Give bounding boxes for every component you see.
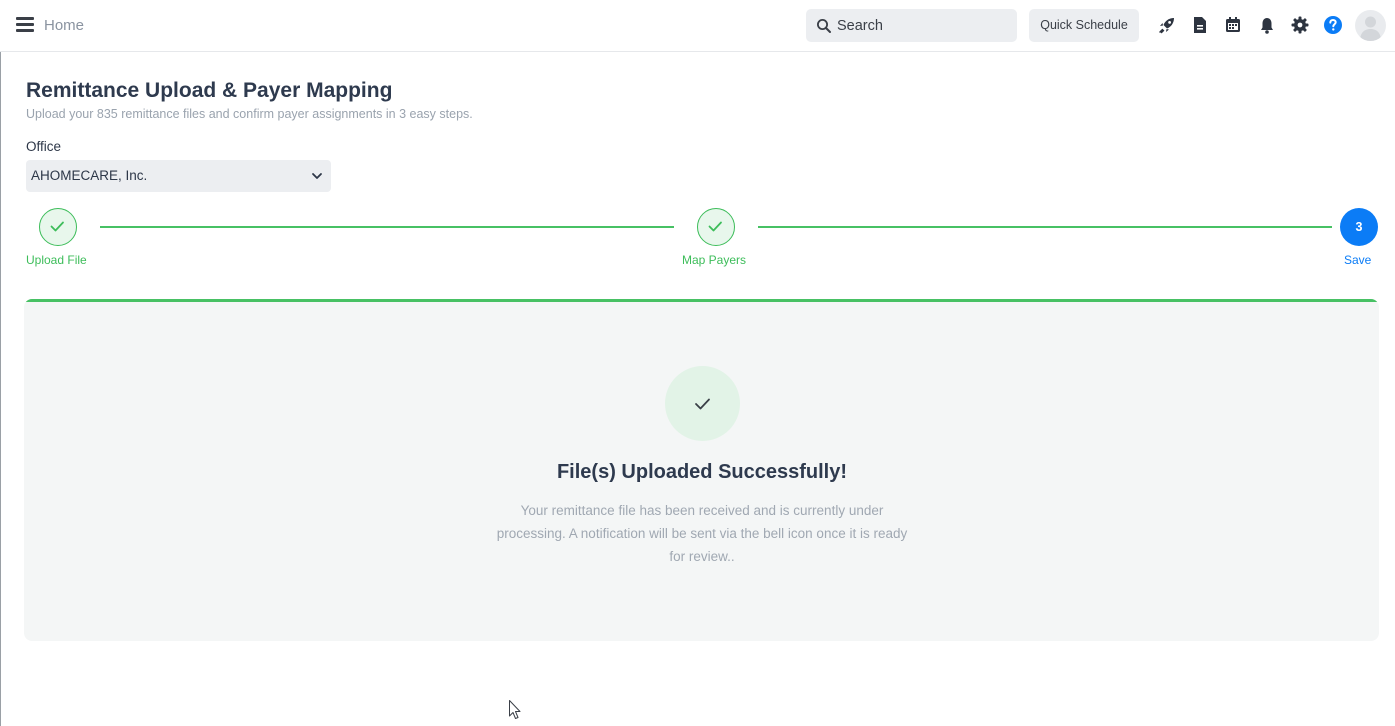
card-accent-bar <box>24 299 1379 302</box>
step-save-indicator: 3 <box>1340 208 1378 246</box>
help-icon[interactable] <box>1323 15 1343 35</box>
chevron-down-icon <box>312 173 322 179</box>
step-upload-file-indicator <box>39 208 77 246</box>
user-avatar[interactable] <box>1355 10 1386 41</box>
calendar-icon[interactable] <box>1223 15 1243 35</box>
step-connector-1 <box>100 226 674 228</box>
bell-icon[interactable] <box>1257 15 1277 35</box>
step-label-map-payers: Map Payers <box>682 253 747 267</box>
checkmark-icon <box>695 398 710 410</box>
rocket-icon[interactable] <box>1157 15 1177 35</box>
search-box[interactable]: Search <box>806 9 1017 42</box>
success-message: Your remittance file has been received a… <box>452 499 952 568</box>
office-selected-value: AHOMECARE, Inc. <box>31 168 148 183</box>
quick-schedule-button[interactable]: Quick Schedule <box>1029 9 1139 42</box>
search-placeholder: Search <box>837 18 883 34</box>
step-label-save: Save <box>1344 253 1372 267</box>
step-map-payers-indicator <box>697 208 735 246</box>
mouse-cursor-icon <box>509 700 521 719</box>
document-icon[interactable] <box>1190 15 1210 35</box>
gear-icon[interactable] <box>1290 15 1310 35</box>
page-subtitle: Upload your 835 remittance files and con… <box>26 107 473 121</box>
success-badge <box>665 366 740 441</box>
home-link[interactable]: Home <box>44 17 84 34</box>
check-icon <box>708 221 722 232</box>
search-icon <box>817 19 831 33</box>
success-title: File(s) Uploaded Successfully! <box>556 461 848 483</box>
step-label-upload-file: Upload File <box>26 253 87 267</box>
top-navigation-bar: Home Search Quick Schedule <box>0 0 1395 52</box>
office-label: Office <box>26 139 62 154</box>
success-message-line: Your remittance file has been received a… <box>520 503 884 518</box>
check-icon <box>50 221 64 232</box>
hamburger-menu-icon[interactable] <box>16 17 34 33</box>
success-message-line: for review.. <box>669 549 735 564</box>
step-connector-2 <box>758 226 1332 228</box>
office-select[interactable]: AHOMECARE, Inc. <box>26 160 331 192</box>
page-title: Remittance Upload & Payer Mapping <box>26 79 393 102</box>
window-edge <box>0 0 1 726</box>
step-number: 3 <box>1355 220 1363 234</box>
success-message-line: processing. A notification will be sent … <box>496 526 908 541</box>
user-avatar-icon <box>1360 16 1381 41</box>
